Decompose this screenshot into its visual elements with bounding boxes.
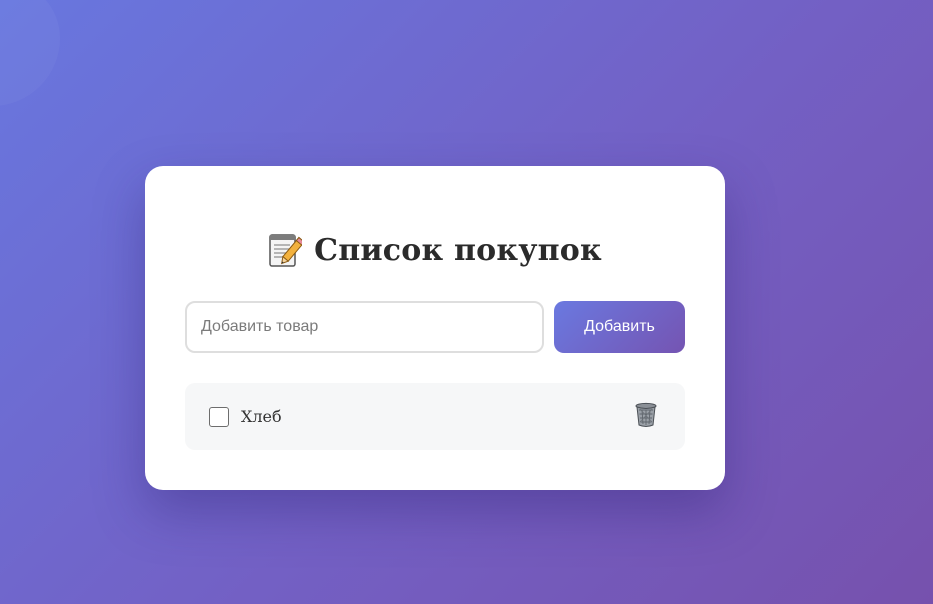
- add-button[interactable]: Добавить: [554, 301, 685, 353]
- background-blob: [0, 0, 60, 106]
- shopping-list-card: Список покупок Добавить Хлеб: [145, 166, 725, 490]
- shopping-list: Хлеб: [185, 383, 685, 450]
- trash-bin-icon: [634, 402, 658, 431]
- header: Список покупок: [145, 232, 725, 268]
- memo-pencil-icon: [268, 232, 306, 268]
- item-label: Хлеб: [241, 407, 282, 426]
- delete-item-button[interactable]: [631, 402, 661, 432]
- add-item-input[interactable]: [185, 301, 544, 353]
- add-item-form: Добавить: [185, 301, 685, 353]
- page-title: Список покупок: [314, 232, 602, 268]
- item-checkbox[interactable]: [209, 406, 229, 427]
- list-item: Хлеб: [185, 383, 685, 450]
